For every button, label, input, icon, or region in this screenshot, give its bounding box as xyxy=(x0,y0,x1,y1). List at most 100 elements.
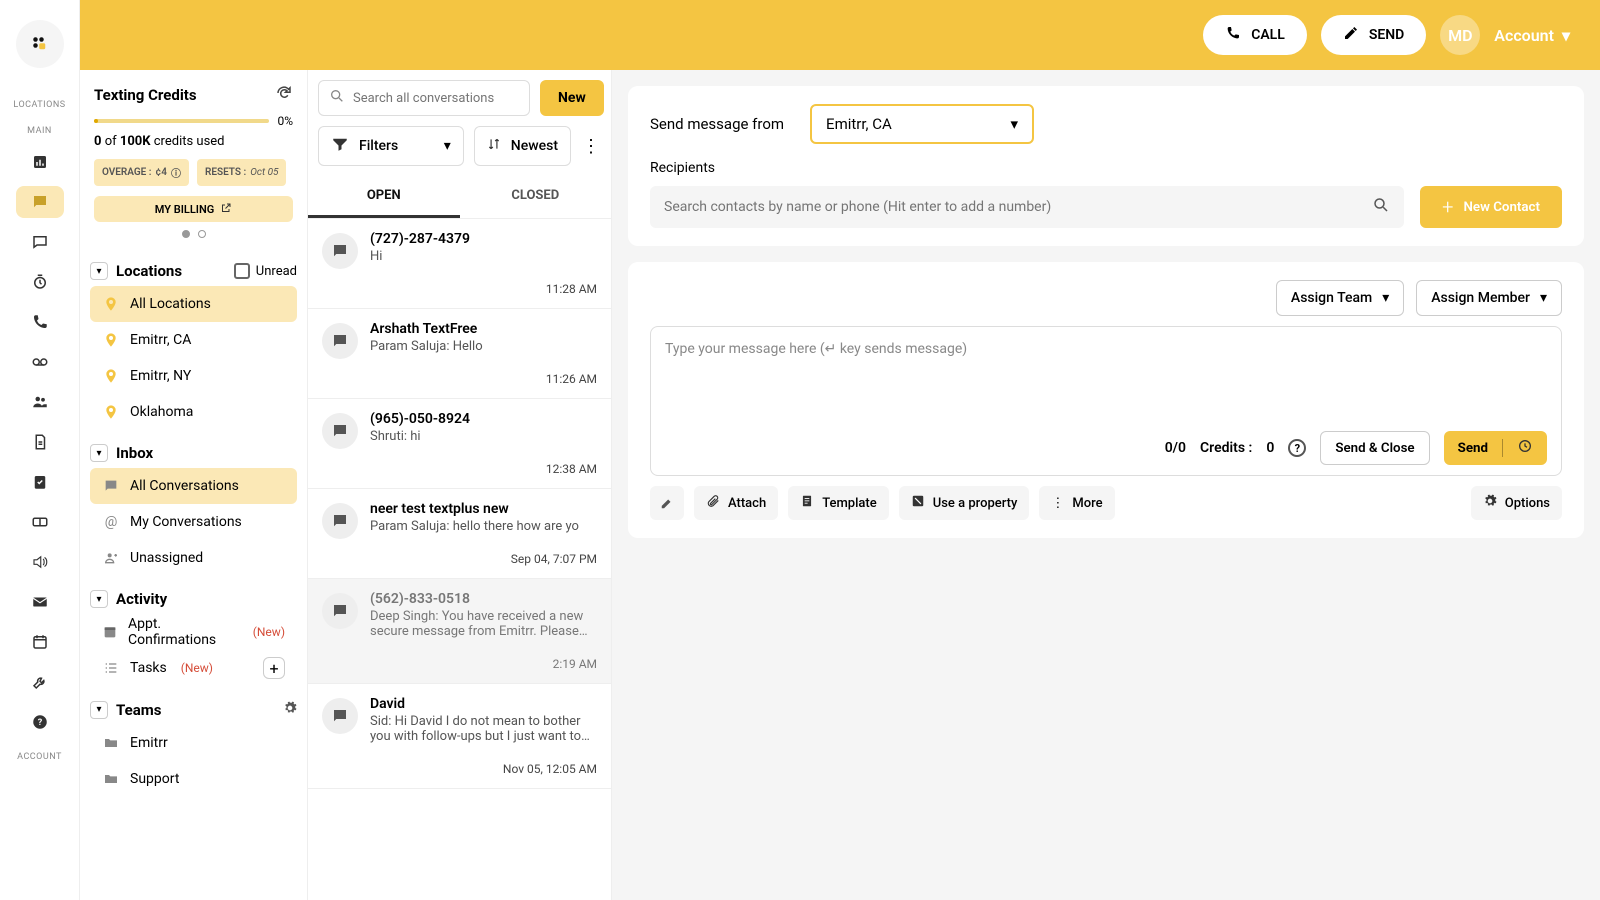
send-message-button[interactable]: Send xyxy=(1444,431,1547,465)
use-property-button[interactable]: Use a property xyxy=(899,486,1030,520)
conversation-item[interactable]: neer test textplus newParam Saluja: hell… xyxy=(308,489,611,579)
conv-time: 12:38 AM xyxy=(370,462,597,476)
side-loc-emitrr-ca[interactable]: Emitrr, CA xyxy=(90,322,297,358)
conv-preview: Sid: Hi David I do not mean to bother yo… xyxy=(370,714,597,744)
char-count: 0/0 xyxy=(1165,440,1186,456)
folder-icon xyxy=(102,771,120,787)
locations-collapse[interactable]: ▾ xyxy=(90,262,108,280)
send-close-button[interactable]: Send & Close xyxy=(1320,431,1429,465)
side-team-support[interactable]: Support xyxy=(90,761,297,797)
from-location-select[interactable]: Emitrr, CA ▾ xyxy=(810,104,1034,144)
conversation-item[interactable]: Arshath TextFreeParam Saluja: Hello11:26… xyxy=(308,309,611,399)
side-appt-conf[interactable]: Appt. Confirmations(New) xyxy=(90,614,297,650)
conversation-item[interactable]: David Sid: Hi David I do not mean to both… xyxy=(308,684,611,789)
nav-voicemail[interactable] xyxy=(16,346,64,378)
property-icon xyxy=(911,494,925,512)
nav-calls[interactable] xyxy=(16,306,64,338)
chevron-down-icon: ▾ xyxy=(444,138,451,154)
teams-settings[interactable] xyxy=(283,700,297,719)
inbox-header: Inbox xyxy=(116,444,153,462)
mention-icon: @ xyxy=(102,514,120,530)
send-button[interactable]: SEND xyxy=(1321,15,1426,55)
conv-more-icon[interactable]: ⋮ xyxy=(581,136,601,157)
chevron-down-icon: ▾ xyxy=(1540,290,1547,306)
nav-chat[interactable] xyxy=(16,226,64,258)
side-all-locations[interactable]: All Locations xyxy=(90,286,297,322)
conv-name: David xyxy=(370,696,597,712)
assign-member-button[interactable]: Assign Member▾ xyxy=(1416,280,1562,316)
add-task-icon[interactable]: + xyxy=(263,657,285,679)
chat-avatar-icon xyxy=(322,323,358,359)
side-team-emitrr[interactable]: Emitrr xyxy=(90,725,297,761)
unread-toggle[interactable]: Unread xyxy=(234,263,297,279)
nav-mail[interactable] xyxy=(16,586,64,618)
nav-loc-label: LOCATIONS xyxy=(13,100,65,110)
conv-search-input[interactable] xyxy=(353,91,519,106)
side-my-convs[interactable]: @My Conversations xyxy=(90,504,297,540)
nav-dashboard[interactable] xyxy=(16,146,64,178)
side-loc-oklahoma[interactable]: Oklahoma xyxy=(90,394,297,430)
inbox-collapse[interactable]: ▾ xyxy=(90,444,108,462)
activity-collapse[interactable]: ▾ xyxy=(90,590,108,608)
nav-conversations[interactable] xyxy=(16,186,64,218)
nav-contacts[interactable] xyxy=(16,386,64,418)
app-logo[interactable] xyxy=(16,20,64,68)
nav-schedule[interactable] xyxy=(16,266,64,298)
conv-preview: Deep Singh: You have received a new secu… xyxy=(370,609,597,639)
call-button[interactable]: CALL xyxy=(1203,15,1307,55)
options-button[interactable]: Options xyxy=(1471,486,1562,520)
more-button[interactable]: ⋮More xyxy=(1039,486,1114,520)
page-dots[interactable] xyxy=(94,230,293,238)
user-avatar[interactable]: MD xyxy=(1440,15,1480,55)
filters-button[interactable]: Filters ▾ xyxy=(318,126,464,166)
nav-tools[interactable] xyxy=(16,666,64,698)
chat-avatar-icon xyxy=(322,503,358,539)
nav-tasks[interactable] xyxy=(16,466,64,498)
chevron-down-icon: ▾ xyxy=(1562,26,1570,45)
template-button[interactable]: Template xyxy=(788,486,889,520)
recipients-input[interactable] xyxy=(664,199,1372,215)
schedule-icon[interactable] xyxy=(1517,438,1533,458)
folder-icon xyxy=(102,735,120,751)
nav-audio[interactable] xyxy=(16,546,64,578)
signature-button[interactable] xyxy=(650,486,684,520)
side-loc-emitrr-ny[interactable]: Emitrr, NY xyxy=(90,358,297,394)
nav-documents[interactable] xyxy=(16,426,64,458)
conversation-item[interactable]: (965)-050-8924Shruti: hi12:38 AM xyxy=(308,399,611,489)
top-header: CALL SEND MD Account ▾ xyxy=(80,0,1600,70)
new-conv-button[interactable]: New xyxy=(540,80,604,116)
credits-pct: 0% xyxy=(277,114,293,128)
conv-search[interactable] xyxy=(318,80,530,116)
gear-icon xyxy=(1483,494,1497,512)
side-all-convs[interactable]: All Conversations xyxy=(90,468,297,504)
account-menu[interactable]: Account ▾ xyxy=(1494,26,1570,45)
conv-name: (727)-287-4379 xyxy=(370,231,597,247)
new-contact-button[interactable]: + New Contact xyxy=(1420,186,1562,228)
location-icon xyxy=(102,404,120,420)
message-input[interactable]: Type your message here (↵ key sends mess… xyxy=(651,327,1561,421)
side-unassigned[interactable]: Unassigned xyxy=(90,540,297,576)
plus-icon: + xyxy=(1442,195,1453,219)
recipients-search[interactable] xyxy=(650,186,1404,228)
conversation-item[interactable]: (727)-287-4379Hi11:28 AM xyxy=(308,219,611,309)
conv-time: 2:19 AM xyxy=(370,657,597,671)
sort-button[interactable]: Newest xyxy=(474,126,571,166)
nav-tickets[interactable] xyxy=(16,506,64,538)
attach-button[interactable]: Attach xyxy=(694,486,778,520)
refresh-icon[interactable] xyxy=(275,84,293,106)
teams-collapse[interactable]: ▾ xyxy=(90,701,108,719)
my-billing-button[interactable]: MY BILLING xyxy=(94,196,293,222)
nav-calendar[interactable] xyxy=(16,626,64,658)
side-tasks[interactable]: Tasks(New)+ xyxy=(90,650,297,686)
tab-closed[interactable]: CLOSED xyxy=(460,176,612,218)
attach-icon xyxy=(706,494,720,512)
tab-open[interactable]: OPEN xyxy=(308,176,460,218)
nav-help[interactable]: ? xyxy=(16,706,64,738)
assign-team-button[interactable]: Assign Team▾ xyxy=(1276,280,1404,316)
external-link-icon xyxy=(220,202,232,217)
help-icon[interactable]: ? xyxy=(1288,439,1306,457)
conversation-item[interactable]: (562)-833-0518Deep Singh: You have recei… xyxy=(308,579,611,684)
conv-time: 11:26 AM xyxy=(370,372,597,386)
conv-time: Sep 04, 7:07 PM xyxy=(370,552,597,566)
svg-text:?: ? xyxy=(37,718,42,728)
